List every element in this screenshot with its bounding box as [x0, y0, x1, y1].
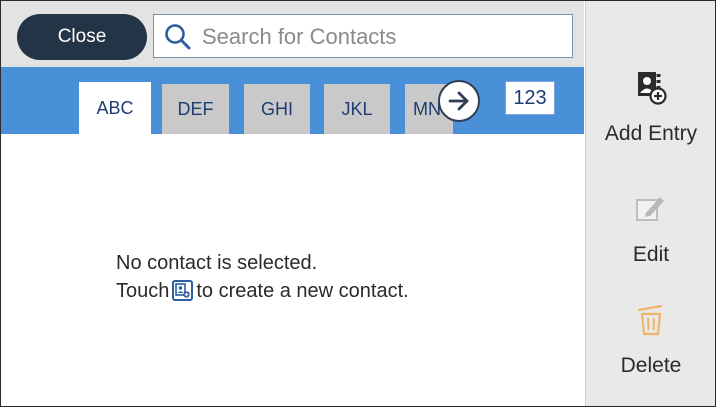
action-sidebar: Add Entry Edit Delete [585, 1, 715, 406]
tab-abc[interactable]: ABC [79, 82, 151, 134]
search-icon [165, 24, 191, 50]
close-button[interactable]: Close [17, 14, 147, 60]
contacts-panel: Close ABC DEF GHI JKL MNO [1, 1, 584, 406]
tab-def[interactable]: DEF [162, 84, 229, 134]
empty-state-line2: Touch to create a new contact. [116, 277, 409, 305]
trash-icon [637, 304, 663, 336]
empty-state-touch-text: Touch [116, 280, 170, 302]
empty-state-create-text: to create a new contact. [196, 280, 409, 302]
search-field[interactable] [153, 14, 573, 58]
add-contact-icon [638, 72, 667, 105]
edit-icon [636, 197, 664, 221]
search-input[interactable] [200, 19, 564, 55]
tab-ghi[interactable]: GHI [244, 84, 310, 134]
tab-jkl[interactable]: JKL [324, 84, 390, 134]
empty-state-line1: No contact is selected. [116, 252, 318, 274]
app-frame: Close ABC DEF GHI JKL MNO [0, 0, 716, 407]
delete-button[interactable]: Delete [586, 303, 715, 378]
edit-label: Edit [632, 243, 670, 266]
add-entry-button[interactable]: Add Entry [586, 69, 715, 146]
arrow-right-icon [448, 91, 469, 111]
delete-label: Delete [620, 354, 682, 377]
edit-button[interactable]: Edit [586, 191, 715, 267]
contact-detail-area: No contact is selected. Touch to create … [1, 134, 584, 406]
add-contact-icon [172, 280, 194, 301]
add-entry-label: Add Entry [604, 122, 698, 145]
empty-state-message: No contact is selected. Touch to create … [116, 249, 409, 305]
scroll-tabs-button[interactable] [438, 80, 480, 122]
alphabet-tab-bar: ABC DEF GHI JKL MNO 123 [1, 67, 584, 134]
top-bar: Close [1, 1, 584, 67]
tab-numeric[interactable]: 123 [505, 81, 555, 115]
